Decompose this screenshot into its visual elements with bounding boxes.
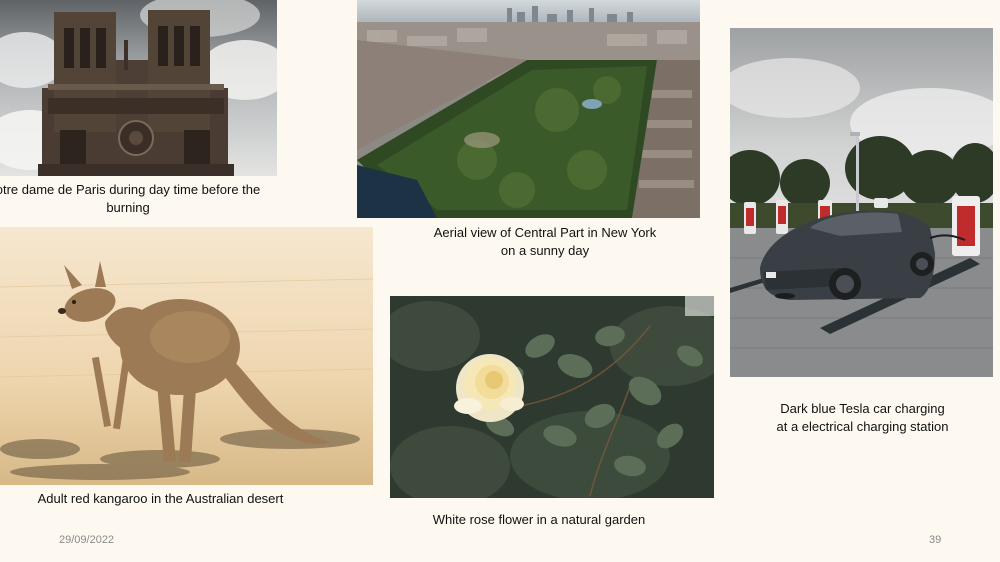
rose-caption: White rose flower in a natural garden [432, 512, 646, 527]
tesla-charging-photo [730, 28, 993, 377]
kangaroo-photo [0, 227, 373, 485]
rose-photo [390, 296, 714, 498]
central-park-photo [357, 0, 700, 218]
notre-dame-photo [0, 0, 277, 176]
tesla-caption: Dark blue Tesla car charging at a electr… [776, 401, 949, 434]
central-park-caption: Aerial view of Central Part in New York … [433, 225, 657, 258]
kangaroo-caption: Adult red kangaroo in the Australian des… [37, 491, 284, 506]
slide-page-number: 39 [929, 534, 942, 546]
presentation-slide: otre dame de Paris during day time befor… [0, 0, 1000, 562]
slide-date: 29/09/2022 [59, 534, 115, 546]
notre-dame-caption: otre dame de Paris during day time befor… [0, 182, 261, 215]
